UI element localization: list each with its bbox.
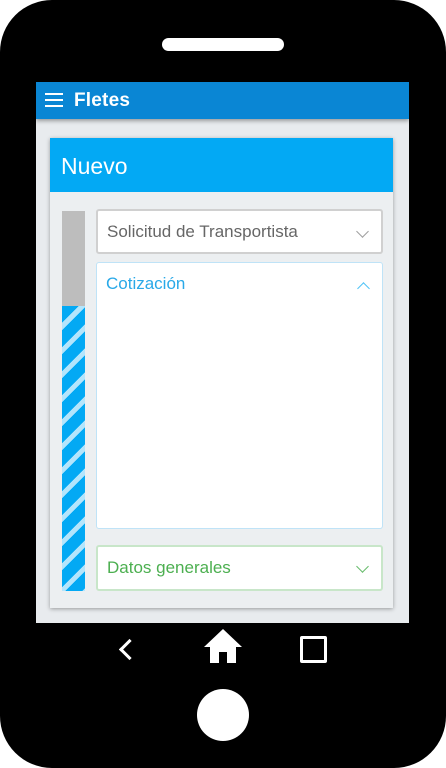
speaker-grille [162,38,284,51]
progress-bar [62,211,85,591]
app-screen: Fletes Nuevo Solicitud de Transportista … [36,82,409,623]
chevron-down-icon [356,560,369,573]
wizard-card: Nuevo Solicitud de Transportista Cotizac… [50,138,393,608]
card-title: Nuevo [61,153,128,179]
panel-datos-generales[interactable]: Datos generales [96,545,383,591]
chevron-up-icon [357,282,370,295]
chevron-down-icon [356,225,369,238]
panel-label: Cotización [106,274,186,293]
home-button[interactable] [197,689,249,741]
hamburger-menu-icon[interactable] [45,93,63,107]
home-icon[interactable] [202,627,244,665]
phone-frame: Fletes Nuevo Solicitud de Transportista … [0,0,446,768]
card-header: Nuevo [50,138,393,192]
panel-label: Solicitud de Transportista [107,222,298,241]
panel-solicitud-transportista[interactable]: Solicitud de Transportista [96,209,383,254]
back-icon[interactable] [114,632,140,666]
panel-label: Datos generales [107,558,231,577]
app-title: Fletes [74,90,131,111]
app-bar: Fletes [36,82,409,119]
recent-apps-icon[interactable] [300,636,327,663]
progress-fill [62,306,85,591]
panel-cotizacion[interactable]: Cotización [96,262,383,529]
